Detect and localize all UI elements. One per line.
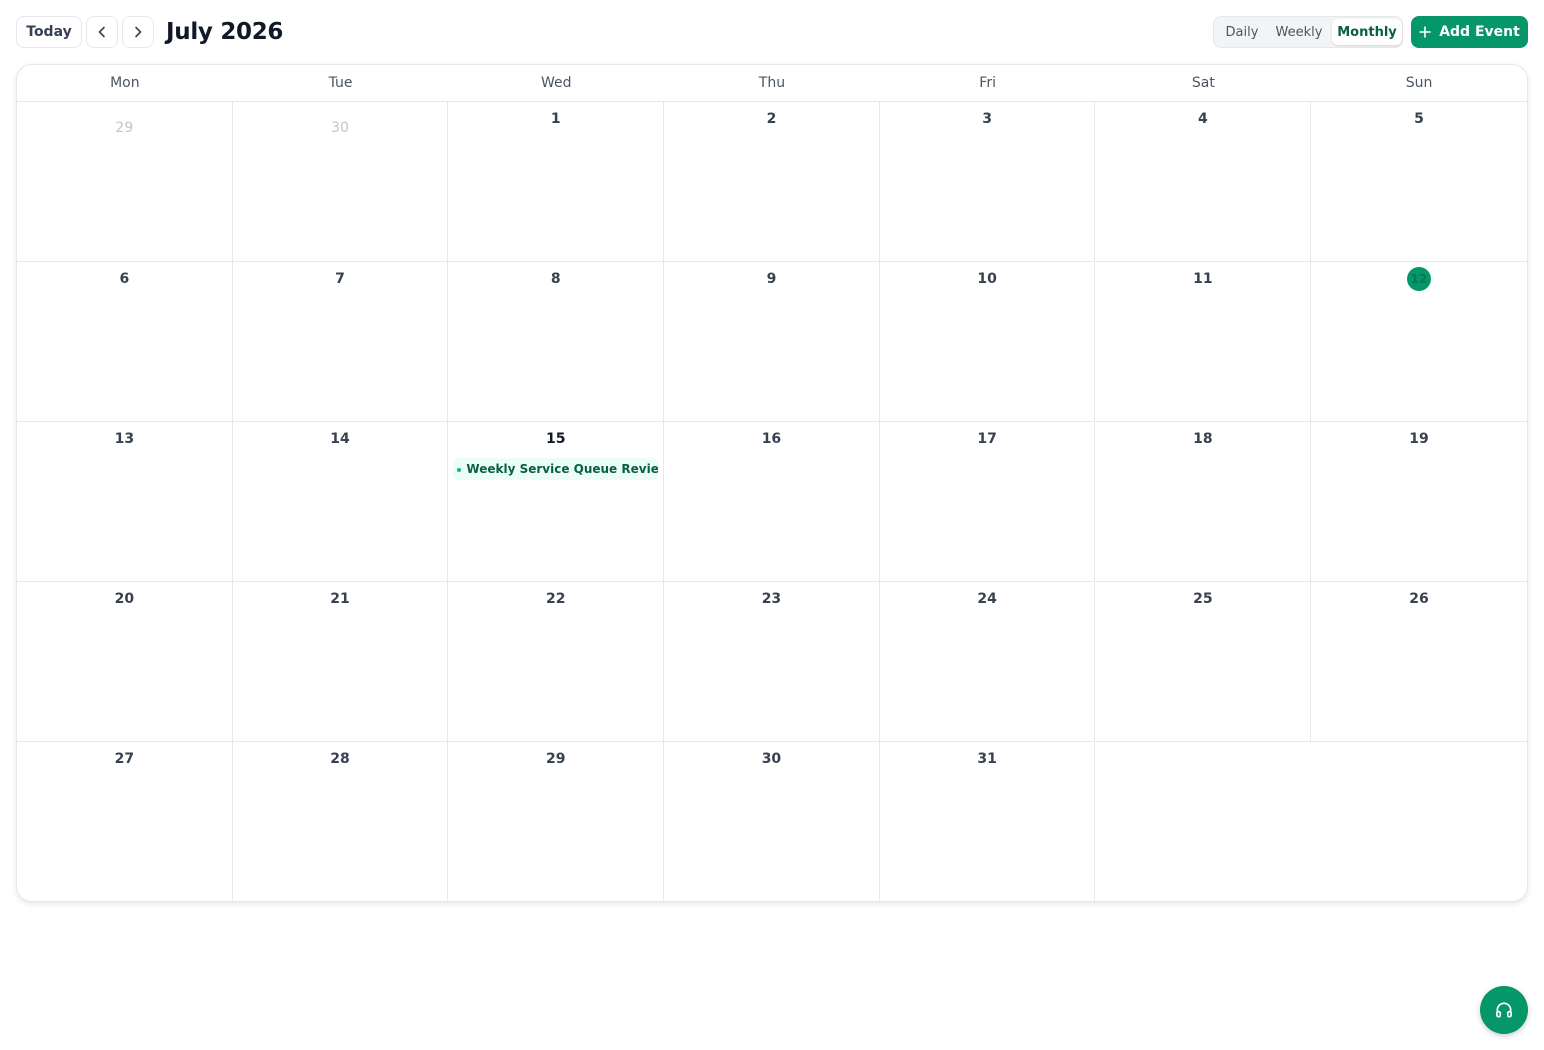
day-number: 22 [545,591,566,607]
day-number: 1 [550,111,561,127]
day-cell[interactable]: 2 [664,102,880,262]
day-number: 16 [761,431,782,447]
day-cell[interactable]: 10 [879,262,1096,422]
plus-icon [1419,26,1431,38]
event-title: Weekly Service Queue Review — ... [466,462,659,476]
day-cell[interactable]: 1 [448,102,665,262]
view-daily-tab[interactable]: Daily [1215,19,1269,45]
day-cell[interactable]: 30 [232,102,449,262]
weekday-tue: Tue [328,75,353,91]
day-cell[interactable]: 17 [879,422,1096,582]
day-number: 15 [545,431,566,447]
calendar-toolbar: Today July 2026 Daily Weekly Monthly Add… [16,16,1528,48]
day-cell[interactable]: 24 [879,582,1096,742]
day-cell[interactable]: 16 [664,422,880,582]
view-weekly-tab[interactable]: Weekly [1271,19,1327,45]
day-number: 28 [330,751,350,767]
month-title: July 2026 [166,19,284,45]
empty-day-cell [1095,742,1312,901]
day-cell[interactable]: 14 [232,422,449,582]
day-cell[interactable]: 9 [664,262,880,422]
month-calendar-grid: Mon Tue Wed Thu Fri Sat Sun 29 30 1 2 3 4 5 6 7 8 9 10 11 1… [16,64,1528,902]
day-number: 9 [766,271,777,287]
empty-day-cell [1311,742,1527,901]
day-cell[interactable]: 25 [1095,582,1312,742]
weekday-fri: Fri [979,75,996,91]
day-number: 3 [982,111,993,127]
weekday-header-row: Mon Tue Wed Thu Fri Sat Sun [17,65,1527,102]
day-number: 5 [1414,111,1424,127]
weekday-thu: Thu [758,75,786,91]
day-cell[interactable]: 29 [448,742,665,901]
day-cell[interactable]: 29 [17,102,233,262]
day-number: 18 [1193,431,1213,447]
day-number: 4 [1197,111,1208,127]
day-number: 2 [766,111,777,127]
day-number: 6 [119,271,130,287]
day-number: 31 [977,751,997,767]
previous-month-button[interactable] [86,16,118,48]
day-cell[interactable]: 7 [232,262,449,422]
event-dot-icon [457,467,462,472]
day-number: 19 [1409,431,1429,447]
day-number: 29 [115,120,134,136]
day-cell[interactable]: 19 [1311,422,1527,582]
day-cell[interactable]: 22 [448,582,665,742]
day-cell[interactable]: 28 [232,742,449,901]
day-cell[interactable]: 26 [1311,582,1527,742]
day-number: 7 [335,271,345,287]
day-cell[interactable]: 27 [17,742,233,901]
headphones-icon [1496,1002,1512,1018]
day-number: 20 [114,591,135,607]
day-number: 14 [330,431,350,447]
day-number: 8 [550,271,561,287]
day-cell[interactable]: 21 [232,582,449,742]
day-number: 12 [1410,272,1428,286]
view-switcher: Daily Weekly Monthly [1213,16,1403,48]
day-cell[interactable]: 15 Weekly Service Queue Review — ... [448,422,665,582]
calendar-event[interactable]: Weekly Service Queue Review — ... [453,458,659,480]
day-cell[interactable]: 23 [664,582,880,742]
day-number: 13 [114,431,135,447]
day-cell[interactable]: 5 [1311,102,1527,262]
day-number: 29 [545,751,566,767]
day-number: 11 [1193,271,1213,287]
day-cell[interactable]: 12 [1311,262,1527,422]
day-cell[interactable]: 13 [17,422,233,582]
day-cell[interactable]: 31 [879,742,1096,901]
day-number: 21 [330,591,350,607]
view-monthly-tab[interactable]: Monthly [1332,19,1402,45]
day-number: 17 [977,431,997,447]
day-cell[interactable]: 6 [17,262,233,422]
weekday-mon: Mon [110,75,140,91]
day-cell[interactable]: 30 [664,742,880,901]
weekday-sun: Sun [1405,75,1433,91]
day-number: 30 [761,751,782,767]
day-cell[interactable]: 18 [1095,422,1312,582]
day-cell[interactable]: 3 [879,102,1096,262]
day-number: 27 [114,751,135,767]
day-cell[interactable]: 4 [1095,102,1312,262]
day-cell[interactable]: 11 [1095,262,1312,422]
support-button[interactable] [1480,986,1528,1034]
day-cell[interactable]: 20 [17,582,233,742]
chevron-right-icon [135,26,142,38]
weekday-sat: Sat [1191,75,1215,91]
next-month-button[interactable] [122,16,154,48]
today-button[interactable]: Today [16,16,82,48]
weekday-wed: Wed [540,75,572,91]
day-number: 30 [331,120,349,136]
day-number: 10 [977,271,997,287]
day-number: 26 [1409,591,1429,607]
day-number: 23 [761,591,782,607]
chevron-left-icon [98,26,105,38]
add-event-button[interactable]: Add Event [1411,16,1528,48]
day-number: 25 [1193,591,1213,607]
add-event-label: Add Event [1439,24,1520,40]
day-cell[interactable]: 8 [448,262,665,422]
day-number: 24 [977,591,997,607]
